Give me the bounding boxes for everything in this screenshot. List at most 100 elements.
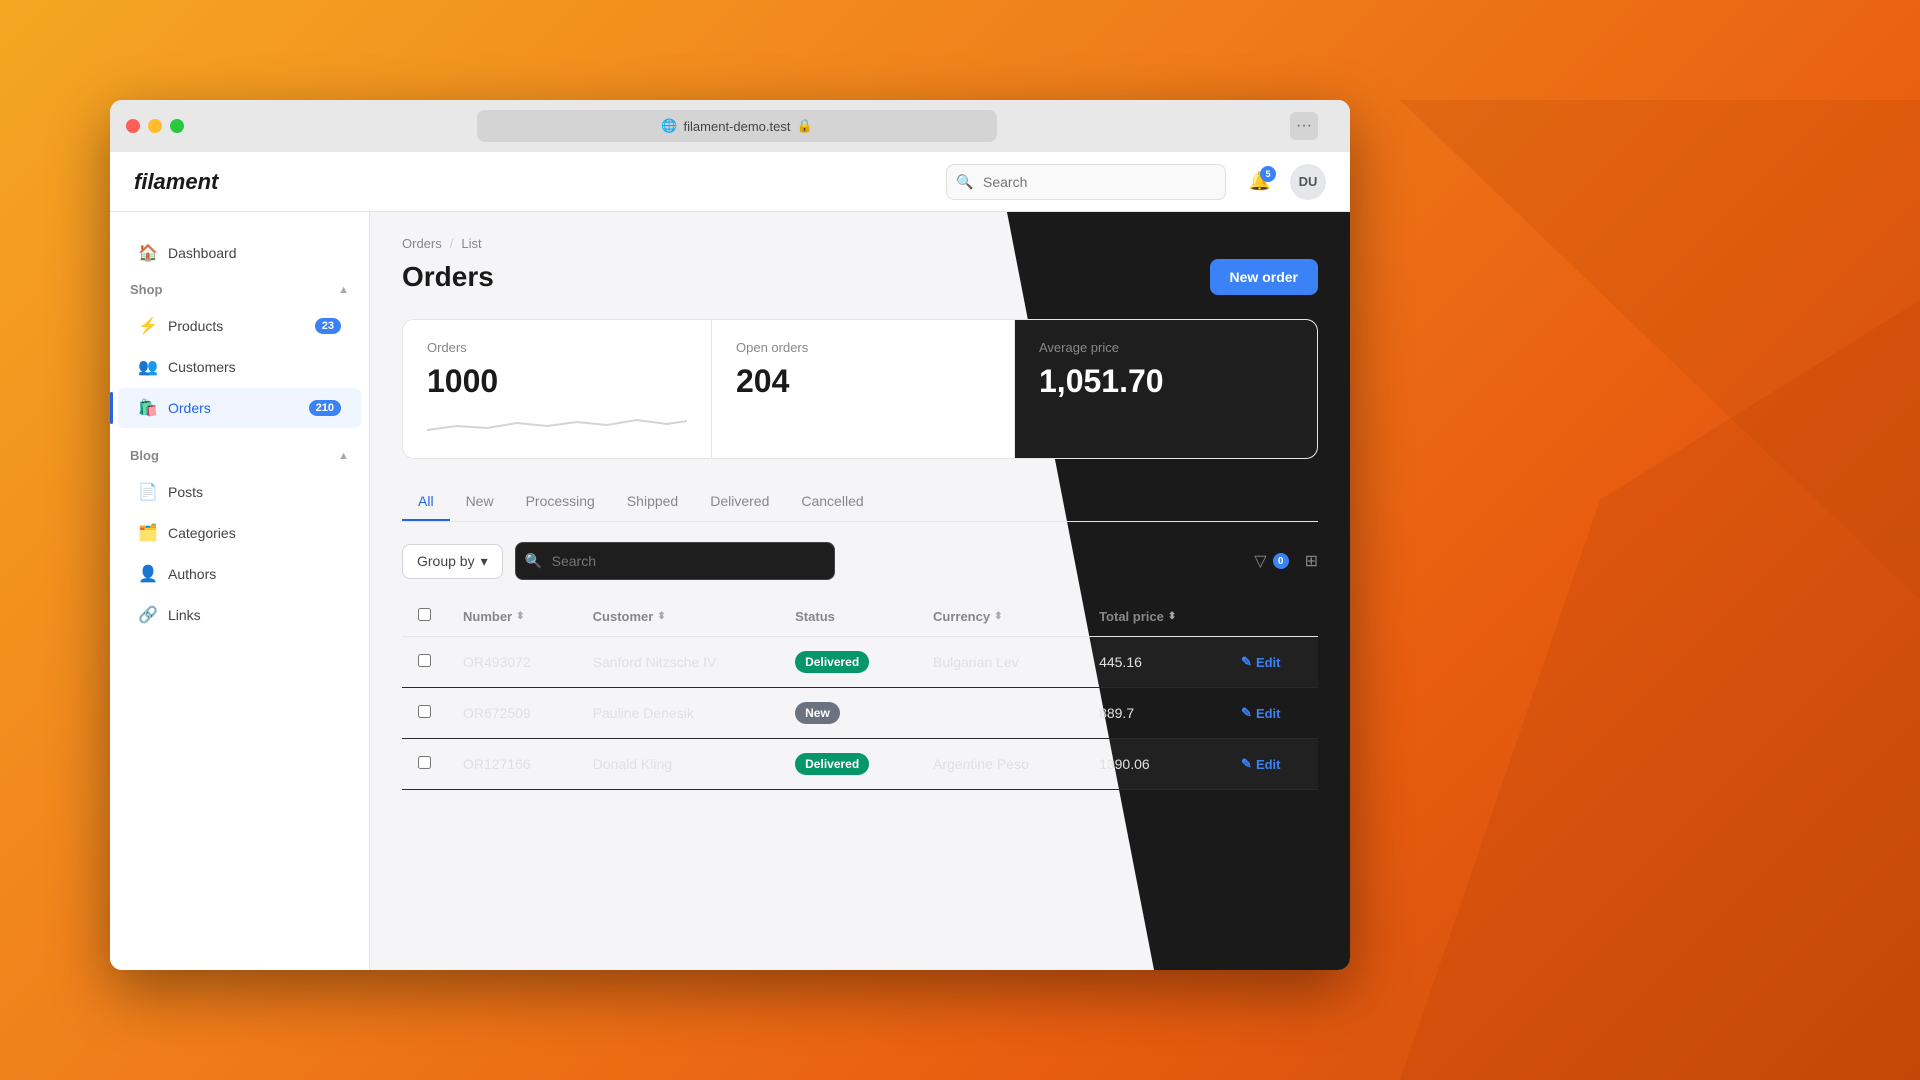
sort-customer[interactable]: Customer ⬍ [593,609,763,624]
row-currency: Argentine Peso [917,739,1083,790]
traffic-lights [126,119,184,133]
browser-window: 🌐 filament-demo.test 🔒 ··· filament 🔍 🔔 … [110,100,1350,970]
notifications-button[interactable]: 🔔 5 [1242,164,1278,200]
th-actions [1225,596,1318,637]
sidebar-section-shop[interactable]: Shop ▲ [110,274,369,305]
chevron-up-icon: ▲ [338,284,349,296]
orders-icon: 🛍️ [138,398,158,418]
tab-delivered[interactable]: Delivered [694,483,785,521]
edit-label: Edit [1256,655,1281,670]
sidebar-item-label: Posts [168,484,203,500]
table-row: OR672509 Pauline Denesik New 889.7 ✎ Edi… [402,688,1318,739]
sidebar-item-authors[interactable]: 👤 Authors [118,554,361,594]
tabs-row: All New Processing Shipped Delivered Can… [402,483,1318,522]
row-select-checkbox[interactable] [418,654,431,667]
filter-badge: 0 [1273,553,1289,569]
sidebar-item-links[interactable]: 🔗 Links [118,595,361,635]
row-total: 445.16 [1083,637,1225,688]
address-bar[interactable]: 🌐 filament-demo.test 🔒 [477,110,997,142]
section-shop-label: Shop [130,282,163,297]
row-select-checkbox[interactable] [418,756,431,769]
lightning-icon: ⚡ [138,316,158,336]
tab-all[interactable]: All [402,483,450,521]
breadcrumb-orders[interactable]: Orders [402,236,442,251]
sort-number[interactable]: Number ⬍ [463,609,561,624]
avatar[interactable]: DU [1290,164,1326,200]
filter-button[interactable]: ▽ 0 [1246,547,1296,575]
link-icon: 🔗 [138,605,158,625]
edit-icon: ✎ [1241,654,1252,670]
stat-orders: Orders 1000 [403,320,712,458]
stat-avg-price-value: 1,051.70 [1039,363,1293,400]
search-input[interactable] [946,164,1226,200]
new-order-button[interactable]: New order [1210,259,1318,295]
sort-icon: ⬍ [657,611,665,622]
row-checkbox [402,739,447,790]
sidebar-item-customers[interactable]: 👥 Customers [118,347,361,387]
close-button[interactable] [126,119,140,133]
status-badge: Delivered [795,753,869,775]
browser-menu-button[interactable]: ··· [1290,112,1318,140]
person-icon: 👤 [138,564,158,584]
edit-button[interactable]: ✎ Edit [1241,654,1280,670]
sort-currency[interactable]: Currency ⬍ [933,609,1067,624]
edit-button[interactable]: ✎ Edit [1241,705,1280,721]
th-number: Number ⬍ [447,596,577,637]
folder-icon: 🗂️ [138,523,158,543]
columns-button[interactable]: ⊞ [1305,551,1318,571]
minimize-button[interactable] [148,119,162,133]
globe-icon: 🌐 [661,118,677,134]
browser-chrome: 🌐 filament-demo.test 🔒 ··· [110,100,1350,152]
edit-button[interactable]: ✎ Edit [1241,756,1280,772]
group-by-label: Group by [417,553,475,569]
edit-icon: ✎ [1241,705,1252,721]
edit-label: Edit [1256,706,1281,721]
stat-avg-price: Average price 1,051.70 [1015,320,1317,458]
sort-total-price[interactable]: Total price ⬍ [1099,609,1209,624]
sidebar-item-label: Links [168,607,201,623]
edit-icon: ✎ [1241,756,1252,772]
global-search: 🔍 [946,164,1226,200]
products-badge: 23 [315,318,341,334]
table-search-input[interactable] [515,542,835,580]
row-customer: Pauline Denesik [577,688,779,739]
tab-cancelled[interactable]: Cancelled [785,483,879,521]
breadcrumb: Orders / List [402,236,1318,251]
th-checkbox [402,596,447,637]
row-edit: ✎ Edit [1225,739,1318,790]
group-by-button[interactable]: Group by ▾ [402,544,503,579]
stat-orders-label: Orders [427,340,687,355]
sidebar-item-label: Dashboard [168,245,237,261]
maximize-button[interactable] [170,119,184,133]
row-total: 1390.06 [1083,739,1225,790]
select-all-checkbox[interactable] [418,608,431,621]
sidebar-item-orders[interactable]: 🛍️ Orders 210 [118,388,361,428]
dots-icon: ··· [1296,117,1312,135]
chevron-up-icon: ▲ [338,450,349,462]
tab-processing[interactable]: Processing [510,483,611,521]
sidebar-item-categories[interactable]: 🗂️ Categories [118,513,361,553]
sidebar-section-blog[interactable]: Blog ▲ [110,440,369,471]
stat-open-orders-label: Open orders [736,340,990,355]
breadcrumb-list[interactable]: List [461,236,481,251]
tab-shipped[interactable]: Shipped [611,483,694,521]
lock-icon: 🔒 [796,118,812,134]
home-icon: 🏠 [138,243,158,263]
row-status: New [779,688,917,739]
row-number: OR672509 [447,688,577,739]
sidebar-item-dashboard[interactable]: 🏠 Dashboard [118,233,361,273]
table-row: OR493072 Sanford Nitzsche IV Delivered B… [402,637,1318,688]
sidebar-item-posts[interactable]: 📄 Posts [118,472,361,512]
table-toolbar: Group by ▾ 🔍 ▽ 0 ⊞ [402,542,1318,580]
app-logo: filament [134,169,218,195]
sort-icon: ⬍ [1168,611,1176,622]
row-select-checkbox[interactable] [418,705,431,718]
columns-icon: ⊞ [1305,553,1318,570]
stat-orders-value: 1000 [427,363,687,400]
sidebar-item-products[interactable]: ⚡ Products 23 [118,306,361,346]
sidebar: 🏠 Dashboard Shop ▲ ⚡ Products 23 👥 Custo… [110,212,370,970]
main-wrapper: 🏠 Dashboard Shop ▲ ⚡ Products 23 👥 Custo… [110,212,1350,970]
row-status: Delivered [779,637,917,688]
stat-open-orders-value: 204 [736,363,990,400]
tab-new[interactable]: New [450,483,510,521]
